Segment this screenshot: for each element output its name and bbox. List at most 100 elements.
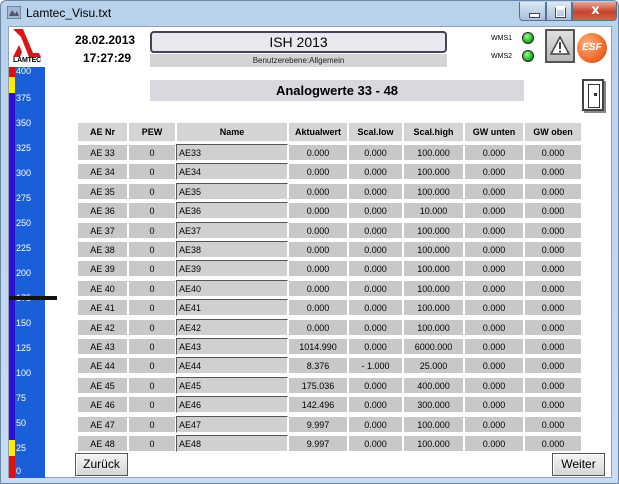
- close-icon: x: [591, 3, 600, 18]
- cell-gw-oben: 0.000: [524, 144, 582, 161]
- cell-scal-high: 100.000: [403, 415, 464, 433]
- cell-gw-oben: 0.000: [524, 241, 582, 258]
- cell-scal-low: 0.000: [348, 241, 403, 258]
- name-field[interactable]: AE44: [176, 357, 288, 375]
- cell-ae-nr: AE 48: [77, 435, 128, 452]
- cell-ae-nr: AE 40: [77, 279, 128, 297]
- cell-pew: 0: [128, 415, 176, 433]
- name-field[interactable]: AE39: [176, 260, 288, 278]
- minimize-button[interactable]: [519, 2, 546, 21]
- name-field[interactable]: AE43: [176, 338, 288, 355]
- name-field[interactable]: AE37: [176, 221, 288, 239]
- cell-aktualwert: 175.036: [288, 376, 348, 394]
- wms2-status-icon: [522, 50, 534, 62]
- wms1-status-icon: [522, 32, 534, 44]
- cell-ae-nr: AE 37: [77, 221, 128, 239]
- cell-gw-oben: 0.000: [524, 435, 582, 452]
- cell-aktualwert: 9.997: [288, 415, 348, 433]
- column-header-aktualwert: Aktualwert: [288, 122, 348, 142]
- page-title: Analogwerte 33 - 48: [150, 80, 524, 101]
- gauge-tick: 275: [16, 193, 32, 203]
- back-button[interactable]: Zurück: [75, 453, 128, 476]
- cell-gw-oben: 0.000: [524, 260, 582, 278]
- cell-gw-unten: 0.000: [464, 376, 524, 394]
- cell-gw-oben: 0.000: [524, 318, 582, 336]
- maximize-button[interactable]: [546, 2, 572, 21]
- cell-aktualwert: 0.000: [288, 299, 348, 317]
- cell-scal-low: 0.000: [348, 202, 403, 220]
- column-header-ae-nr: AE Nr: [77, 122, 128, 142]
- cell-scal-low: 0.000: [348, 376, 403, 394]
- name-field[interactable]: AE42: [176, 318, 288, 336]
- warning-button[interactable]: [545, 29, 575, 63]
- gauge-tick: 50: [16, 418, 27, 428]
- cell-gw-unten: 0.000: [464, 396, 524, 414]
- name-field[interactable]: AE34: [176, 163, 288, 181]
- gauge-alarm-low: [9, 456, 15, 478]
- cell-pew: 0: [128, 318, 176, 336]
- cell-aktualwert: 0.000: [288, 241, 348, 258]
- gauge-tick: 350: [16, 118, 32, 128]
- column-header-gw-unten: GW unten: [464, 122, 524, 142]
- cell-gw-oben: 0.000: [524, 299, 582, 317]
- cell-pew: 0: [128, 221, 176, 239]
- cell-scal-low: 0.000: [348, 318, 403, 336]
- cell-scal-high: 100.000: [403, 144, 464, 161]
- cell-aktualwert: 0.000: [288, 163, 348, 181]
- cell-gw-unten: 0.000: [464, 435, 524, 452]
- cell-gw-unten: 0.000: [464, 415, 524, 433]
- name-field[interactable]: AE33: [176, 144, 288, 161]
- name-field[interactable]: AE35: [176, 182, 288, 200]
- cell-pew: 0: [128, 376, 176, 394]
- cell-aktualwert: 0.000: [288, 279, 348, 297]
- cell-pew: 0: [128, 260, 176, 278]
- close-button[interactable]: x: [572, 2, 617, 21]
- name-field[interactable]: AE38: [176, 241, 288, 258]
- column-header-gw-oben: GW oben: [524, 122, 582, 142]
- name-field[interactable]: AE46: [176, 396, 288, 414]
- application-window: Lamtec_Visu.txt x LAMTEC 400 375 350 325…: [0, 0, 619, 484]
- cell-gw-oben: 0.000: [524, 376, 582, 394]
- gauge-warning-high: [9, 77, 15, 93]
- column-header-scal-low: Scal.low: [348, 122, 403, 142]
- cell-gw-unten: 0.000: [464, 279, 524, 297]
- cell-gw-oben: 0.000: [524, 396, 582, 414]
- cell-scal-low: 0.000: [348, 435, 403, 452]
- column-header-scal-high: Scal.high: [403, 122, 464, 142]
- esf-logo: ESF: [577, 33, 607, 63]
- name-field[interactable]: AE48: [176, 435, 288, 452]
- gauge-tick: 375: [16, 93, 32, 103]
- cell-gw-unten: 0.000: [464, 202, 524, 220]
- cell-scal-low: 0.000: [348, 338, 403, 355]
- next-button[interactable]: Weiter: [552, 453, 605, 476]
- cell-gw-unten: 0.000: [464, 144, 524, 161]
- cell-aktualwert: 0.000: [288, 182, 348, 200]
- name-field[interactable]: AE41: [176, 299, 288, 317]
- cell-scal-high: 100.000: [403, 299, 464, 317]
- name-field[interactable]: AE45: [176, 376, 288, 394]
- name-field[interactable]: AE36: [176, 202, 288, 220]
- cell-ae-nr: AE 35: [77, 182, 128, 200]
- cell-gw-unten: 0.000: [464, 299, 524, 317]
- name-field[interactable]: AE40: [176, 279, 288, 297]
- cell-scal-low: 0.000: [348, 163, 403, 181]
- cell-scal-high: 10.000: [403, 202, 464, 220]
- cell-pew: 0: [128, 357, 176, 375]
- cell-pew: 0: [128, 338, 176, 355]
- gauge-tick: 75: [16, 393, 27, 403]
- cell-scal-high: 100.000: [403, 318, 464, 336]
- gauge-tick: 150: [16, 318, 32, 328]
- exit-door-button[interactable]: [582, 79, 604, 111]
- wms1-label: WMS1: [491, 35, 512, 42]
- title-bar[interactable]: Lamtec_Visu.txt x: [1, 1, 618, 25]
- cell-gw-oben: 0.000: [524, 338, 582, 355]
- logo-text: LAMTEC: [13, 57, 41, 64]
- warning-icon: [550, 36, 570, 55]
- name-field[interactable]: AE47: [176, 415, 288, 433]
- current-date: 28.02.2013: [75, 33, 136, 47]
- cell-scal-low: 0.000: [348, 260, 403, 278]
- cell-aktualwert: 9.997: [288, 435, 348, 452]
- cell-ae-nr: AE 34: [77, 163, 128, 181]
- cell-scal-low: 0.000: [348, 299, 403, 317]
- cell-ae-nr: AE 36: [77, 202, 128, 220]
